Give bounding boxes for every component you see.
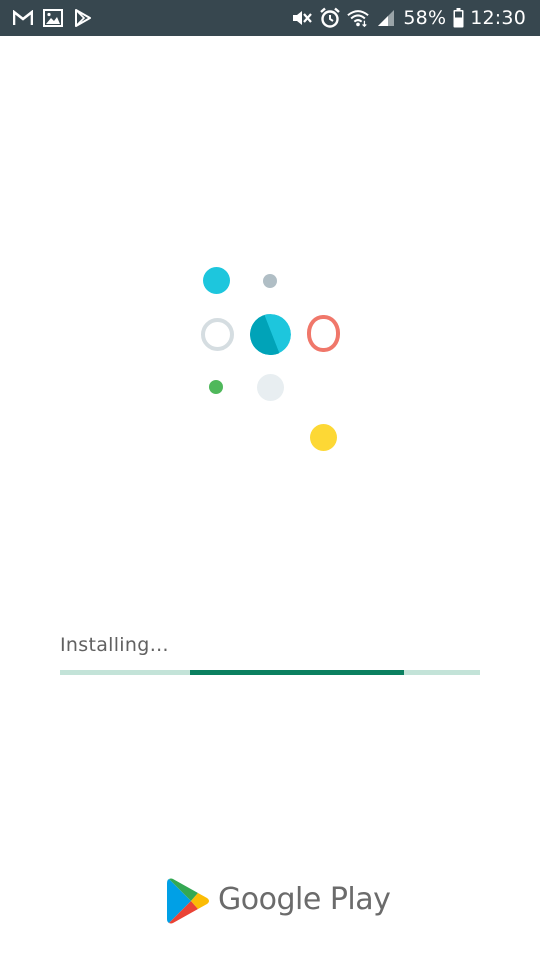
animation-ring-grey xyxy=(201,318,234,351)
install-progress-track xyxy=(60,670,480,675)
google-play-logo-icon xyxy=(167,878,209,924)
install-status-text: Installing… xyxy=(60,634,169,656)
animation-dot-green xyxy=(209,380,223,394)
animation-dot-cyan xyxy=(203,267,230,294)
animation-ring-red xyxy=(307,315,340,352)
install-screen: 58% 12:30 Installing… Google Play xyxy=(0,0,540,960)
animation-dot-pale xyxy=(257,374,284,401)
animation-dot-grey xyxy=(263,274,277,288)
install-progress-fill xyxy=(190,670,405,675)
loading-animation xyxy=(0,0,540,960)
animation-dot-center xyxy=(250,314,291,355)
google-play-wordmark: Google Play xyxy=(218,882,391,917)
animation-dot-yellow xyxy=(310,424,337,451)
